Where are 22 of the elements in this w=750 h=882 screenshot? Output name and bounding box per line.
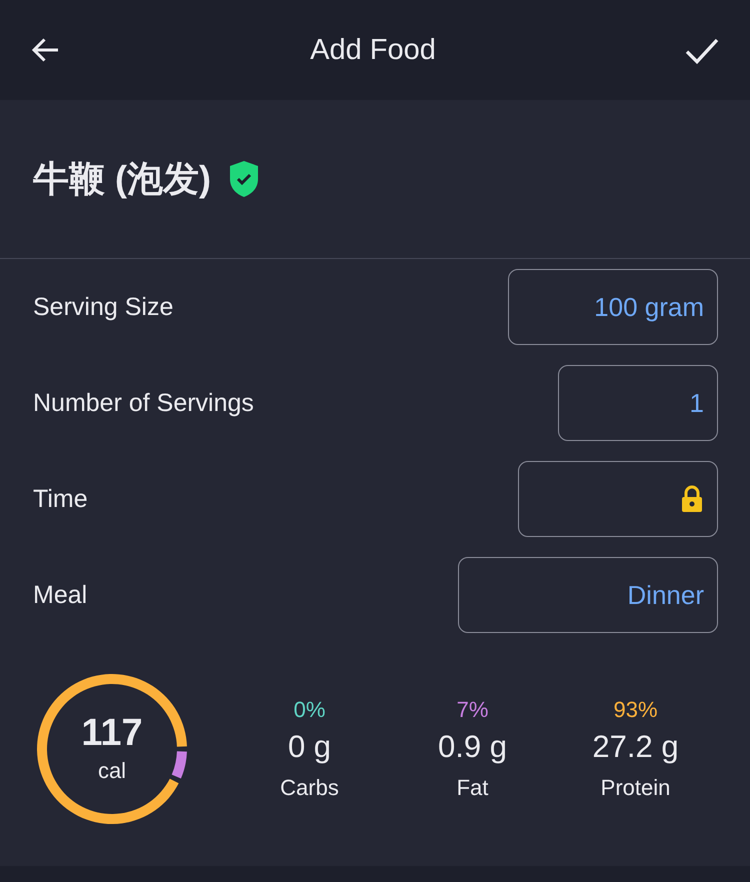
field-label: Time <box>33 484 88 514</box>
macro-percent: 0% <box>294 697 326 723</box>
macro-amount: 0.9 g <box>438 729 507 765</box>
macro-name: Fat <box>456 775 488 801</box>
macro-amount: 0 g <box>288 729 332 765</box>
macro-name: Protein <box>600 775 670 801</box>
field-label: Serving Size <box>33 292 174 322</box>
field-label: Number of Servings <box>33 388 254 418</box>
calorie-unit: cal <box>98 758 126 784</box>
lock-icon <box>680 485 704 513</box>
macro-name: Carbs <box>280 775 339 801</box>
input-field[interactable]: Dinner <box>458 557 718 633</box>
time-field[interactable] <box>518 461 718 537</box>
input-field[interactable]: 1 <box>558 365 718 441</box>
calorie-value: 117 <box>81 714 143 752</box>
macro-percent: 7% <box>456 697 488 723</box>
food-name: 牛鞭 (泡发) <box>33 156 211 200</box>
macro-amount: 27.2 g <box>592 729 679 765</box>
screen-title: Add Food <box>310 34 436 66</box>
macro-percent: 93% <box>613 697 658 723</box>
input-field[interactable]: 100 gram <box>508 269 718 345</box>
field-label: Meal <box>33 580 88 610</box>
